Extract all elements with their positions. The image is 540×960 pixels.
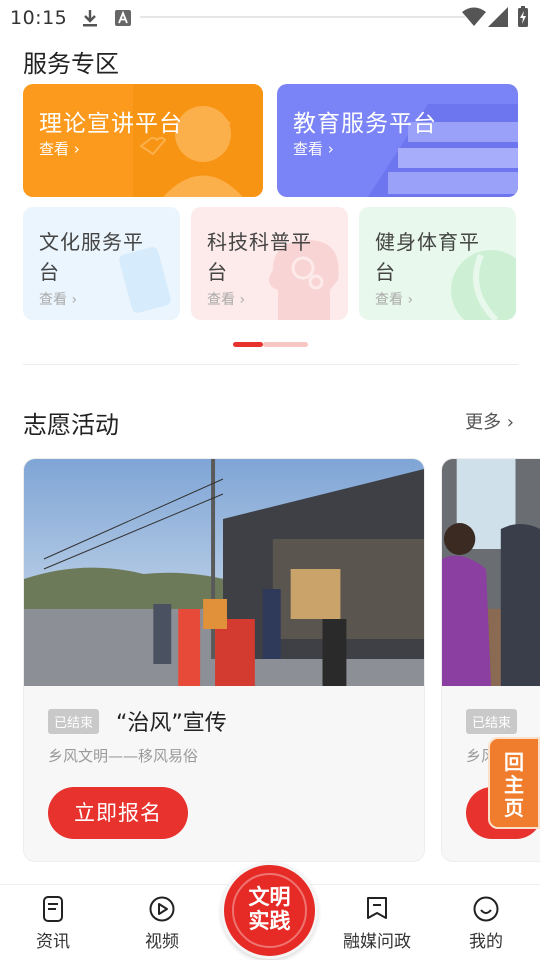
card-title: 科技科普平台	[207, 230, 312, 284]
signup-button[interactable]: 立即报名	[48, 787, 188, 839]
document-icon	[43, 896, 63, 922]
activity-photo	[24, 459, 424, 686]
service-section-title: 服务专区	[23, 50, 119, 78]
education-platform-card[interactable]: 教育服务平台 查看 ›	[277, 84, 518, 197]
section-divider	[23, 364, 518, 365]
card-view-link: 查看 ›	[207, 292, 246, 308]
wifi-icon	[462, 7, 486, 26]
card-view-link: 查看 ›	[39, 292, 78, 308]
signal-icon	[488, 7, 508, 27]
card-title: 健身体育平台	[375, 230, 480, 284]
tab-news[interactable]: 资讯	[8, 895, 98, 952]
indicator-inactive	[263, 342, 308, 347]
activity-photo	[442, 459, 540, 686]
civilization-practice-button[interactable]: 文明 实践	[221, 862, 318, 959]
tab-label: 视频	[145, 932, 179, 952]
center-label-line2: 实践	[248, 909, 291, 933]
science-platform-card[interactable]: 科技科普平台 查看 ›	[191, 207, 348, 320]
tab-label: 我的	[469, 932, 503, 952]
tab-label: 融媒问政	[343, 932, 411, 952]
speaker-person-icon	[133, 84, 263, 197]
card-view-link: 查看 ›	[293, 140, 334, 158]
theory-platform-card[interactable]: 理论宣讲平台 查看 ›	[23, 84, 263, 197]
indicator-active	[233, 342, 263, 347]
tab-mine[interactable]: 我的	[441, 895, 531, 952]
books-icon	[368, 104, 518, 197]
card-view-link: 查看 ›	[375, 292, 414, 308]
card-title: 理论宣讲平台	[39, 111, 183, 137]
card-title: 文化服务平台	[39, 230, 144, 284]
smile-icon	[473, 896, 499, 922]
activity-title: “治风”宣传	[116, 711, 227, 736]
more-link[interactable]: 更多 ›	[465, 408, 514, 434]
battery-charging-icon	[518, 6, 528, 27]
status-divider	[140, 16, 465, 18]
activity-subtitle: 乡风文明——移风易俗	[48, 747, 199, 765]
fitness-platform-card[interactable]: 健身体育平台 查看 ›	[359, 207, 516, 320]
bookmark-icon	[367, 897, 387, 919]
volunteer-section-title: 志愿活动	[23, 411, 119, 439]
play-icon	[149, 896, 175, 922]
download-icon	[83, 10, 97, 27]
status-time: 10:15	[10, 7, 68, 29]
center-label-line1: 文明	[248, 885, 291, 909]
status-bar: 10:15	[0, 0, 540, 36]
center-button-label: 文明 实践	[224, 885, 315, 933]
tab-label: 资讯	[36, 932, 70, 952]
font-icon	[115, 10, 131, 26]
card-title: 教育服务平台	[293, 111, 437, 137]
back-home-button[interactable]: 回主页	[488, 737, 540, 829]
card-view-link: 查看 ›	[39, 140, 80, 158]
tab-media-govern[interactable]: 融媒问政	[332, 895, 422, 952]
activity-card[interactable]: 已结束 “治风”宣传 乡风文明——移风易俗 立即报名	[23, 458, 425, 862]
status-badge: 已结束	[48, 709, 100, 734]
tab-video[interactable]: 视频	[117, 895, 207, 952]
status-badge: 已结束	[466, 709, 518, 734]
culture-platform-card[interactable]: 文化服务平台 查看 ›	[23, 207, 180, 320]
